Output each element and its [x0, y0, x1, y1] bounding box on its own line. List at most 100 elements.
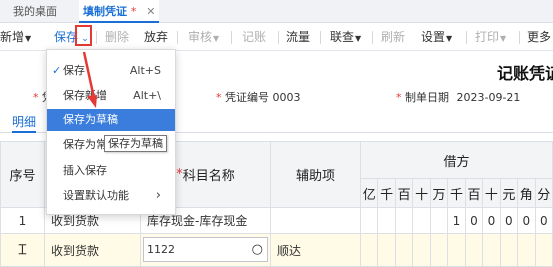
voucher-title: 记账凭证: [497, 64, 553, 83]
row1-debit-digit: [413, 208, 431, 234]
menu-item-label: 保存: [63, 64, 85, 77]
save-dropdown-menu: ✓ 保存 Alt+S 保存新增 Alt+\ 保存为草稿 保存为常用 插入保存 设置默认…: [46, 49, 176, 215]
tab-my-desktop[interactable]: 我的桌面: [13, 0, 57, 23]
row2-debit-digit[interactable]: [448, 234, 466, 267]
discard-label: 放弃: [144, 30, 169, 44]
row2-debit-digit[interactable]: [395, 234, 414, 267]
tab-label: 我的桌面: [13, 5, 57, 18]
divider: [231, 31, 232, 44]
print-button[interactable]: 打印▼: [475, 23, 506, 51]
menu-item-shortcut: Alt+\: [133, 89, 161, 102]
cashflow-label: 流量: [286, 30, 311, 44]
digit-unit-header: 亿: [361, 179, 379, 208]
digit-unit-header: 千: [448, 179, 466, 208]
add-label: 新增: [0, 30, 25, 44]
search-icon[interactable]: ○: [252, 242, 263, 257]
account-input[interactable]: 1122 ○: [143, 237, 268, 262]
tab-bar: 我的桌面 填制凭证 * ✕: [0, 0, 553, 23]
digit-unit-header: 元: [500, 179, 519, 208]
menu-item-label: 保存新增: [63, 89, 107, 102]
chevron-right-icon: ›: [155, 188, 161, 203]
unsaved-mark: *: [130, 5, 137, 18]
post-label: 记账: [242, 30, 267, 44]
menu-item-default-function[interactable]: 设置默认功能 ›: [47, 185, 175, 207]
digit-unit-header: 十: [483, 179, 501, 208]
chevron-down-icon: ▼: [500, 34, 507, 43]
settings-button[interactable]: 设置▼: [421, 23, 452, 51]
row1-seq: 1: [0, 208, 45, 234]
divider: [177, 31, 178, 44]
refresh-label: 刷新: [381, 30, 406, 44]
chevron-down-icon: ▼: [355, 34, 362, 43]
menu-item-save[interactable]: ✓ 保存 Alt+S: [47, 60, 175, 82]
chevron-down-icon: ▼: [446, 34, 453, 43]
menu-item-label: 保存为草稿: [63, 113, 118, 126]
menu-item-save-new[interactable]: 保存新增 Alt+\: [47, 85, 175, 107]
voucher-date-value[interactable]: 2023-09-21: [457, 91, 521, 104]
tab-label: 填制凭证: [83, 5, 127, 18]
row1-aux[interactable]: [271, 208, 361, 234]
audit-button[interactable]: 审核▼: [188, 23, 219, 51]
add-button[interactable]: 新增▼: [0, 23, 31, 51]
more-button[interactable]: 更多: [527, 23, 551, 51]
digit-unit-header: 万: [430, 179, 449, 208]
post-button[interactable]: 记账: [242, 23, 266, 51]
insert-row-icon: ⌶: [18, 242, 27, 258]
row2-aux-value: 顺达: [277, 243, 302, 258]
chevron-down-icon: ▼: [213, 34, 220, 43]
row1-debit-digit: [395, 208, 414, 234]
row2-debit-digit[interactable]: [430, 234, 449, 267]
row2-debit-digit[interactable]: [413, 234, 431, 267]
row1-debit-digit: [361, 208, 379, 234]
header-seq: 序号: [0, 141, 45, 208]
divider: [372, 31, 373, 44]
tab-fill-voucher[interactable]: 填制凭证 * ✕: [79, 0, 160, 23]
row1-debit-digit: 1: [448, 208, 466, 234]
digit-unit-header: 百: [465, 179, 484, 208]
row2-debit-digit[interactable]: [361, 234, 379, 267]
required-mark: *: [216, 91, 222, 104]
discard-button[interactable]: 放弃: [144, 23, 168, 51]
row2-debit-digit[interactable]: [500, 234, 519, 267]
header-account-label: 科目名称: [182, 169, 235, 184]
row2-debit-digit[interactable]: [465, 234, 484, 267]
header-aux: 辅助项: [271, 141, 361, 208]
divider: [278, 31, 279, 44]
tooltip: 保存为草稿: [104, 135, 167, 152]
required-mark: *: [396, 91, 402, 104]
refresh-button[interactable]: 刷新: [381, 23, 405, 51]
annotation-highlight: [75, 25, 92, 46]
row2-debit-digit[interactable]: [378, 234, 396, 267]
divider: [519, 31, 520, 44]
tab-detail[interactable]: 明细: [12, 111, 37, 133]
row1-debit-digit: 0: [483, 208, 501, 234]
divider: [466, 31, 467, 44]
menu-item-shortcut: Alt+S: [129, 64, 161, 77]
row2-debit-digit[interactable]: [483, 234, 501, 267]
delete-button[interactable]: 删除: [105, 23, 129, 51]
menu-item-insert-save[interactable]: 插入保存: [47, 160, 175, 182]
row2-aux[interactable]: 顺达: [271, 234, 361, 267]
query-label: 联查: [330, 30, 355, 44]
divider: [320, 31, 321, 44]
row2-insert-icon[interactable]: ⌶: [0, 234, 45, 267]
row1-debit-digit: 0: [535, 208, 553, 234]
voucher-number-value[interactable]: 0003: [273, 91, 301, 104]
cashflow-button[interactable]: 流量: [286, 23, 310, 51]
chevron-down-icon: ▼: [25, 34, 32, 43]
field-label: 凭证编号: [225, 91, 269, 104]
more-label: 更多: [527, 30, 552, 44]
row2-account-cell: 1122 ○: [141, 234, 271, 267]
close-icon[interactable]: ✕: [146, 5, 155, 18]
row2-summary[interactable]: 收到货款: [45, 234, 141, 267]
row1-debit-digit: [430, 208, 449, 234]
menu-item-save-draft[interactable]: 保存为草稿: [47, 109, 175, 131]
digit-unit-header: 百: [395, 179, 414, 208]
row2-debit-digit[interactable]: [518, 234, 536, 267]
row2-debit-digit[interactable]: [535, 234, 553, 267]
header-debit: 借方: [361, 141, 553, 179]
print-label: 打印: [475, 30, 500, 44]
settings-label: 设置: [421, 30, 446, 44]
digit-unit-header: 十: [413, 179, 431, 208]
query-button[interactable]: 联查▼: [330, 23, 361, 51]
